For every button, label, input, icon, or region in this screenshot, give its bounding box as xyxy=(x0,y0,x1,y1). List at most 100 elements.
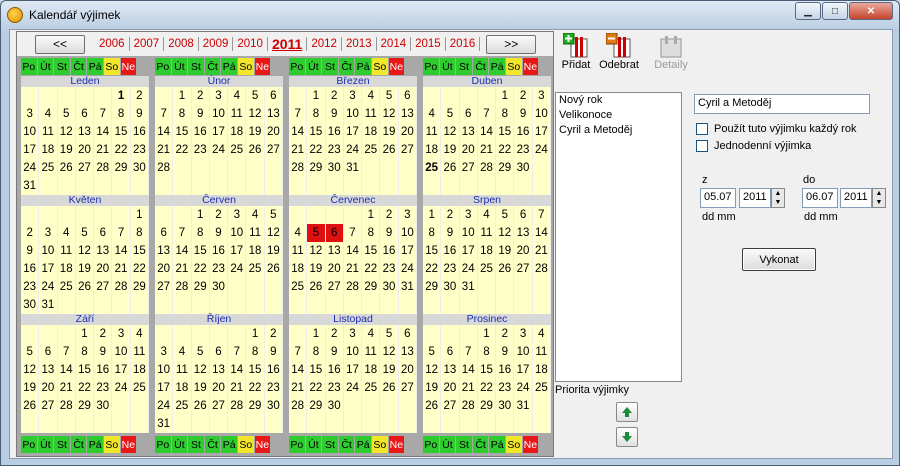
day-cell[interactable]: 31 xyxy=(155,415,174,433)
day-cell[interactable]: 19 xyxy=(192,379,210,397)
day-cell[interactable]: 24 xyxy=(533,141,551,159)
day-cell[interactable]: 26 xyxy=(21,397,40,415)
day-cell[interactable]: 1 xyxy=(112,87,131,105)
day-cell[interactable]: 15 xyxy=(131,242,149,260)
day-cell[interactable]: 8 xyxy=(131,224,149,242)
day-cell[interactable]: 24 xyxy=(112,379,131,397)
year-2006[interactable]: 2006 xyxy=(95,37,130,51)
details-button[interactable]: Detaily xyxy=(650,33,692,71)
day-cell[interactable]: 18 xyxy=(478,242,497,260)
day-cell[interactable]: 19 xyxy=(307,260,326,278)
day-cell[interactable]: 16 xyxy=(326,361,344,379)
day-cell[interactable]: 9 xyxy=(94,343,113,361)
day-cell[interactable]: 3 xyxy=(399,206,417,224)
day-cell[interactable]: 19 xyxy=(265,242,283,260)
day-cell[interactable]: 13 xyxy=(94,242,113,260)
day-cell[interactable]: 31 xyxy=(399,278,417,296)
day-cell[interactable]: 25 xyxy=(362,379,381,397)
day-cell[interactable]: 30 xyxy=(94,397,113,415)
day-cell[interactable]: 13 xyxy=(460,123,478,141)
day-cell[interactable]: 27 xyxy=(399,379,417,397)
day-cell[interactable]: 10 xyxy=(112,343,131,361)
day-cell[interactable]: 6 xyxy=(399,325,417,343)
day-cell[interactable]: 22 xyxy=(423,260,442,278)
spin-up-icon[interactable]: ▲ xyxy=(775,190,782,197)
day-cell[interactable]: 19 xyxy=(76,260,95,278)
day-cell[interactable]: 26 xyxy=(423,397,442,415)
day-cell[interactable]: 15 xyxy=(112,123,131,141)
day-cell[interactable]: 21 xyxy=(460,379,478,397)
day-cell[interactable]: 29 xyxy=(362,278,381,296)
day-cell[interactable]: 28 xyxy=(289,159,308,177)
day-cell[interactable]: 1 xyxy=(423,206,442,224)
day-cell[interactable]: 24 xyxy=(228,260,247,278)
day-cell[interactable]: 29 xyxy=(246,397,265,415)
day-cell[interactable]: 23 xyxy=(441,260,460,278)
day-cell[interactable]: 29 xyxy=(496,159,515,177)
day-cell[interactable]: 25 xyxy=(58,278,76,296)
day-cell[interactable]: 15 xyxy=(496,123,515,141)
minimize-button[interactable]: ▁ xyxy=(795,2,821,20)
day-cell[interactable]: 20 xyxy=(210,379,229,397)
day-cell[interactable]: 30 xyxy=(380,278,399,296)
day-cell[interactable]: 29 xyxy=(192,278,210,296)
day-cell[interactable]: 22 xyxy=(496,141,515,159)
one-day-checkbox[interactable]: Jednodenní výjimka xyxy=(696,140,811,152)
day-cell[interactable]: 12 xyxy=(58,123,76,141)
day-cell[interactable]: 27 xyxy=(210,397,229,415)
day-cell[interactable]: 8 xyxy=(423,224,442,242)
day-cell[interactable]: 28 xyxy=(533,260,551,278)
day-cell[interactable]: 4 xyxy=(423,105,442,123)
day-cell[interactable]: 17 xyxy=(112,361,131,379)
day-cell[interactable]: 16 xyxy=(192,123,210,141)
day-cell[interactable]: 13 xyxy=(399,105,417,123)
day-cell[interactable]: 14 xyxy=(58,361,76,379)
day-cell[interactable]: 12 xyxy=(496,224,515,242)
day-cell[interactable]: 2 xyxy=(326,325,344,343)
day-cell[interactable]: 14 xyxy=(533,224,551,242)
day-cell[interactable]: 7 xyxy=(155,105,174,123)
day-cell[interactable]: 24 xyxy=(39,278,58,296)
day-cell[interactable]: 10 xyxy=(344,105,363,123)
day-cell[interactable]: 13 xyxy=(265,105,283,123)
day-cell[interactable]: 12 xyxy=(307,242,326,260)
day-cell[interactable]: 8 xyxy=(246,343,265,361)
day-cell[interactable]: 13 xyxy=(514,224,533,242)
day-cell[interactable]: 10 xyxy=(39,242,58,260)
day-cell[interactable]: 3 xyxy=(344,325,363,343)
day-cell[interactable]: 10 xyxy=(21,123,40,141)
day-cell[interactable]: 1 xyxy=(362,206,381,224)
day-cell[interactable]: 26 xyxy=(265,260,283,278)
day-cell[interactable]: 30 xyxy=(514,159,533,177)
day-cell[interactable]: 1 xyxy=(173,87,192,105)
day-cell[interactable]: 6 xyxy=(265,87,283,105)
day-cell[interactable]: 30 xyxy=(496,397,515,415)
day-cell[interactable]: 9 xyxy=(514,105,533,123)
from-date-input[interactable]: 05.07 xyxy=(700,188,736,208)
day-cell[interactable]: 9 xyxy=(326,343,344,361)
day-cell[interactable]: 17 xyxy=(155,379,174,397)
day-cell[interactable]: 3 xyxy=(112,325,131,343)
day-cell[interactable]: 25 xyxy=(423,159,442,177)
day-cell[interactable]: 17 xyxy=(460,242,478,260)
day-cell[interactable]: 2 xyxy=(326,87,344,105)
day-cell[interactable]: 28 xyxy=(173,278,192,296)
day-cell[interactable]: 10 xyxy=(533,105,551,123)
day-cell[interactable]: 8 xyxy=(76,343,95,361)
execute-button[interactable]: Vykonat xyxy=(742,248,816,271)
day-cell[interactable]: 26 xyxy=(380,141,399,159)
year-2009[interactable]: 2009 xyxy=(199,37,234,51)
day-cell[interactable]: 19 xyxy=(380,123,399,141)
day-cell[interactable]: 7 xyxy=(58,343,76,361)
remove-button[interactable]: Odebrat xyxy=(598,32,640,71)
from-year-spinner[interactable]: ▲ ▼ xyxy=(771,188,785,208)
day-cell[interactable]: 18 xyxy=(246,242,265,260)
day-cell[interactable]: 25 xyxy=(289,278,308,296)
day-cell[interactable]: 12 xyxy=(380,105,399,123)
day-cell[interactable]: 26 xyxy=(246,141,265,159)
day-cell[interactable]: 4 xyxy=(362,87,381,105)
day-cell[interactable]: 23 xyxy=(326,141,344,159)
day-cell[interactable]: 22 xyxy=(112,141,131,159)
day-cell[interactable]: 2 xyxy=(380,206,399,224)
day-cell[interactable]: 3 xyxy=(228,206,247,224)
